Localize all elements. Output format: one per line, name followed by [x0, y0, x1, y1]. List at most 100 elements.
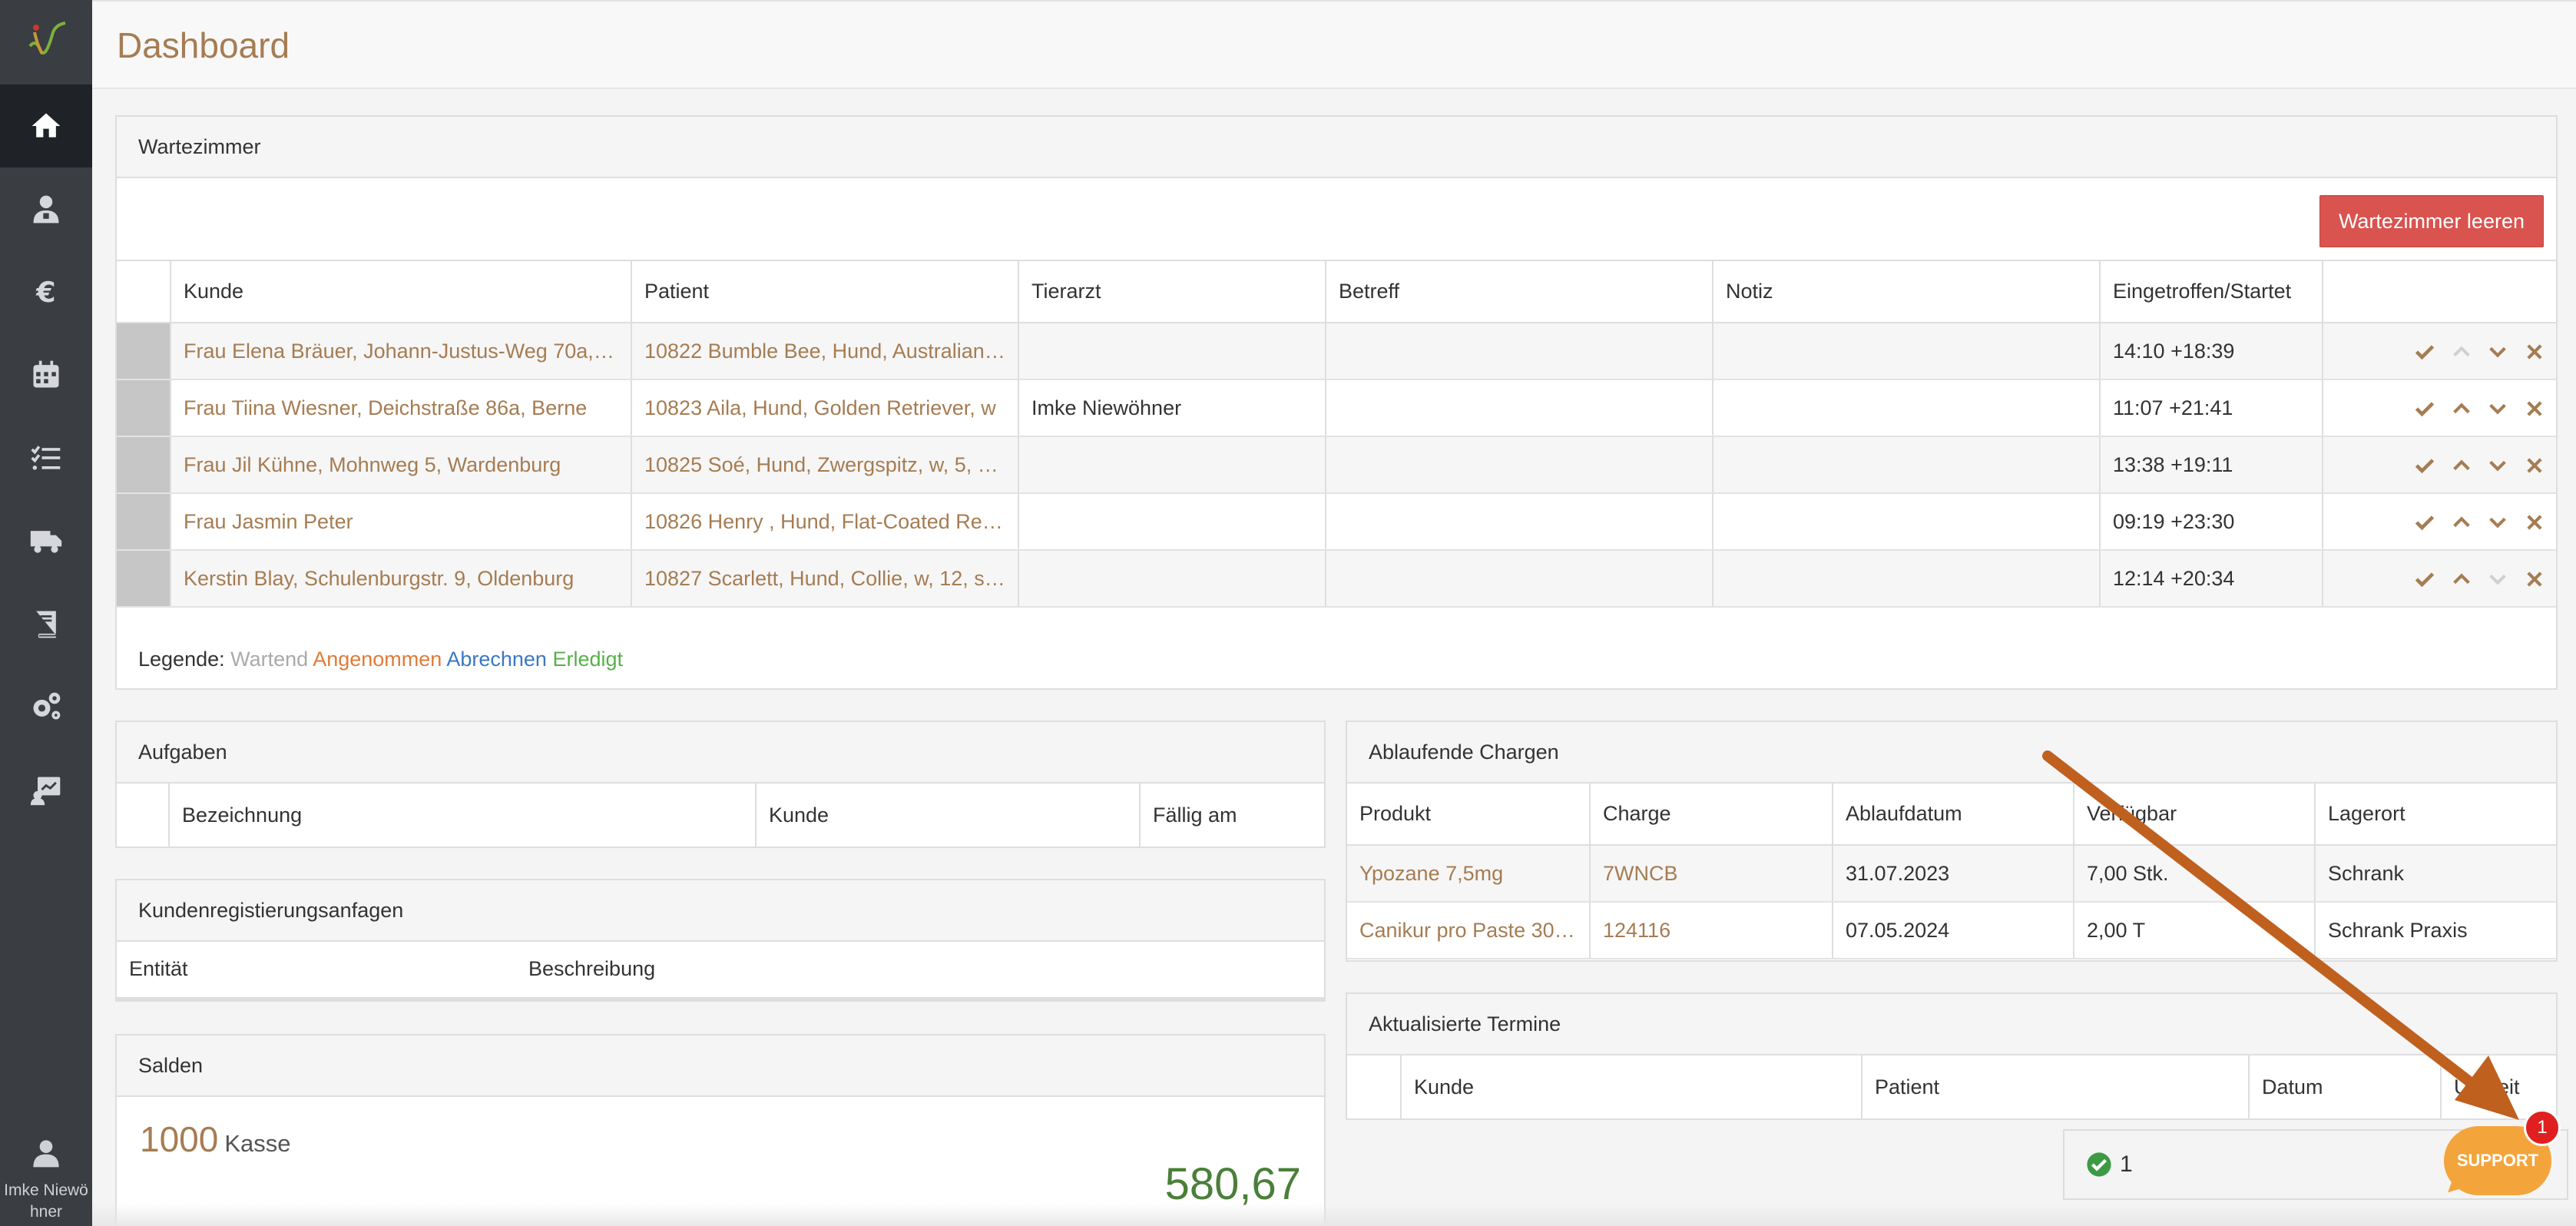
note-cell [1713, 550, 2101, 608]
column-header-lagerort[interactable]: Lagerort [2315, 784, 2556, 846]
sidebar-item-catalog[interactable] [0, 582, 92, 665]
column-header-charge[interactable]: Charge [1590, 784, 1833, 846]
table-row[interactable]: Canikur pro Paste 30 ml 124116 07.05.202… [1347, 902, 2556, 959]
product-link[interactable]: Ypozane 7,5mg [1347, 845, 1591, 903]
account-label: Kasse [224, 1130, 291, 1157]
column-header-kunde[interactable]: Kunde [756, 784, 1141, 847]
column-header-patient[interactable]: Patient [631, 261, 1019, 323]
column-header-beschreibung[interactable]: Beschreibung [516, 942, 1324, 996]
column-header-notiz[interactable]: Notiz [1713, 261, 2101, 323]
available-qty: 7,00 Stk. [2074, 845, 2316, 903]
clear-waiting-room-button[interactable]: Wartezimmer leeren [2319, 195, 2544, 247]
charges-title: Ablaufende Chargen [1347, 722, 2556, 784]
sidebar-item-finance[interactable]: € [0, 250, 92, 333]
time-cell: 13:38 +19:11 [2100, 436, 2323, 494]
table-row[interactable]: Frau Jil Kühne, Mohnweg 5, Wardenburg 10… [117, 436, 2556, 494]
column-header-bezeichnung[interactable]: Bezeichnung [169, 784, 757, 847]
row-actions [2323, 436, 2556, 494]
balances-panel: Salden 1000 Kasse 580,67 [115, 1034, 1326, 1226]
accept-icon[interactable] [2414, 398, 2435, 419]
column-header-kunde[interactable]: Kunde [171, 261, 632, 323]
move-down-icon[interactable] [2487, 512, 2508, 533]
cash-account[interactable]: 1000 Kasse [140, 1118, 291, 1160]
customer-link[interactable]: Frau Tiina Wiesner, Deichstraße 86a, Ber… [171, 379, 632, 437]
status-indicator [117, 550, 171, 608]
move-up-icon[interactable] [2451, 512, 2472, 533]
column-header-entitaet[interactable]: Entität [117, 942, 516, 996]
column-header-verfuegbar[interactable]: Verfügbar [2074, 784, 2316, 846]
move-up-icon[interactable] [2451, 398, 2472, 419]
column-header-kunde[interactable]: Kunde [1401, 1055, 1862, 1118]
patient-link[interactable]: 10823 Aila, Hund, Golden Retriever, w [631, 379, 1019, 437]
user-icon [33, 1140, 59, 1168]
move-up-icon[interactable] [2451, 455, 2472, 476]
column-header-datum[interactable]: Datum [2249, 1055, 2442, 1118]
notification-badge: 1 [2524, 1109, 2561, 1146]
move-down-icon[interactable] [2487, 455, 2508, 476]
appointments-title: Aktualisierte Termine [1347, 994, 2556, 1055]
move-up-icon[interactable] [2451, 568, 2472, 590]
column-header-ablaufdatum[interactable]: Ablaufdatum [1833, 784, 2074, 846]
remove-icon[interactable] [2524, 455, 2545, 476]
subject-cell [1326, 436, 1713, 494]
registrations-panel: Kundenregistierungsanfagen Entität Besch… [115, 879, 1326, 1002]
move-down-icon[interactable] [2487, 398, 2508, 419]
remove-icon[interactable] [2524, 512, 2545, 533]
tasks-header-row: Bezeichnung Kunde Fällig am [117, 784, 1324, 847]
status-indicator [117, 493, 171, 551]
customer-link[interactable]: Kerstin Blay, Schulenburgstr. 9, Oldenbu… [171, 550, 632, 608]
time-cell: 12:14 +20:34 [2100, 550, 2323, 608]
remove-icon[interactable] [2524, 341, 2545, 363]
vet-cell [1018, 323, 1326, 380]
logo[interactable] [0, 0, 92, 84]
waiting-room-header-row: Kunde Patient Tierarzt Betreff Notiz Ein… [117, 261, 2556, 323]
column-header-betreff[interactable]: Betreff [1326, 261, 1713, 323]
charge-link[interactable]: 7WNCB [1590, 845, 1833, 903]
charge-link[interactable]: 124116 [1590, 902, 1833, 959]
sidebar-item-reports[interactable] [0, 748, 92, 831]
subject-cell [1326, 379, 1713, 437]
move-down-icon[interactable] [2487, 568, 2508, 590]
table-row[interactable]: Frau Jasmin Peter 10826 Henry , Hund, Fl… [117, 493, 2556, 551]
sidebar-item-staff[interactable] [0, 167, 92, 250]
status-indicator [117, 323, 171, 380]
accept-icon[interactable] [2414, 455, 2435, 476]
column-header-produkt[interactable]: Produkt [1347, 784, 1591, 846]
accept-icon[interactable] [2414, 568, 2435, 590]
column-header-tierarzt[interactable]: Tierarzt [1018, 261, 1326, 323]
table-row[interactable]: Ypozane 7,5mg 7WNCB 31.07.2023 7,00 Stk.… [1347, 845, 2556, 903]
user-profile[interactable]: Imke Niewö hner [0, 1135, 92, 1226]
customer-link[interactable]: Frau Elena Bräuer, Johann-Justus-Weg 70a… [171, 323, 632, 380]
table-row[interactable]: Frau Elena Bräuer, Johann-Justus-Weg 70a… [117, 323, 2556, 380]
table-row[interactable]: Kerstin Blay, Schulenburgstr. 9, Oldenbu… [117, 550, 2556, 608]
customer-link[interactable]: Frau Jil Kühne, Mohnweg 5, Wardenburg [171, 436, 632, 494]
move-down-icon[interactable] [2487, 341, 2508, 363]
move-up-icon[interactable] [2451, 341, 2472, 363]
product-link[interactable]: Canikur pro Paste 30 ml [1347, 902, 1591, 959]
patient-link[interactable]: 10825 Soé, Hund, Zwergspitz, w, 5, schwa… [631, 436, 1019, 494]
sidebar-item-home[interactable] [0, 84, 92, 167]
user-doctor-icon [33, 195, 59, 224]
customer-link[interactable]: Frau Jasmin Peter [171, 493, 632, 551]
accept-icon[interactable] [2414, 341, 2435, 363]
remove-icon[interactable] [2524, 568, 2545, 590]
logo-icon [28, 22, 66, 55]
sidebar-item-settings[interactable] [0, 665, 92, 748]
time-cell: 11:07 +21:41 [2100, 379, 2323, 437]
sidebar-item-delivery[interactable] [0, 499, 92, 582]
sidebar-item-calendar[interactable] [0, 333, 92, 416]
balances-title: Salden [117, 1035, 1324, 1097]
patient-link[interactable]: 10826 Henry , Hund, Flat-Coated Retrieve… [631, 493, 1019, 551]
sidebar-item-tasks[interactable] [0, 416, 92, 499]
accept-icon[interactable] [2414, 512, 2435, 533]
column-header-eingetroffen[interactable]: Eingetroffen/Startet [2100, 261, 2323, 323]
remove-icon[interactable] [2524, 398, 2545, 419]
patient-link[interactable]: 10827 Scarlett, Hund, Collie, w, 12, sab… [631, 550, 1019, 608]
waiting-room-panel: Wartezimmer Wartezimmer leeren Kunde Pat… [115, 115, 2558, 690]
calendar-icon [33, 360, 59, 388]
vet-cell [1018, 436, 1326, 494]
patient-link[interactable]: 10822 Bumble Bee, Hund, Australian Sheph… [631, 323, 1019, 380]
column-header-faellig[interactable]: Fällig am [1140, 784, 1324, 847]
column-header-patient[interactable]: Patient [1862, 1055, 2250, 1118]
table-row[interactable]: Frau Tiina Wiesner, Deichstraße 86a, Ber… [117, 379, 2556, 437]
